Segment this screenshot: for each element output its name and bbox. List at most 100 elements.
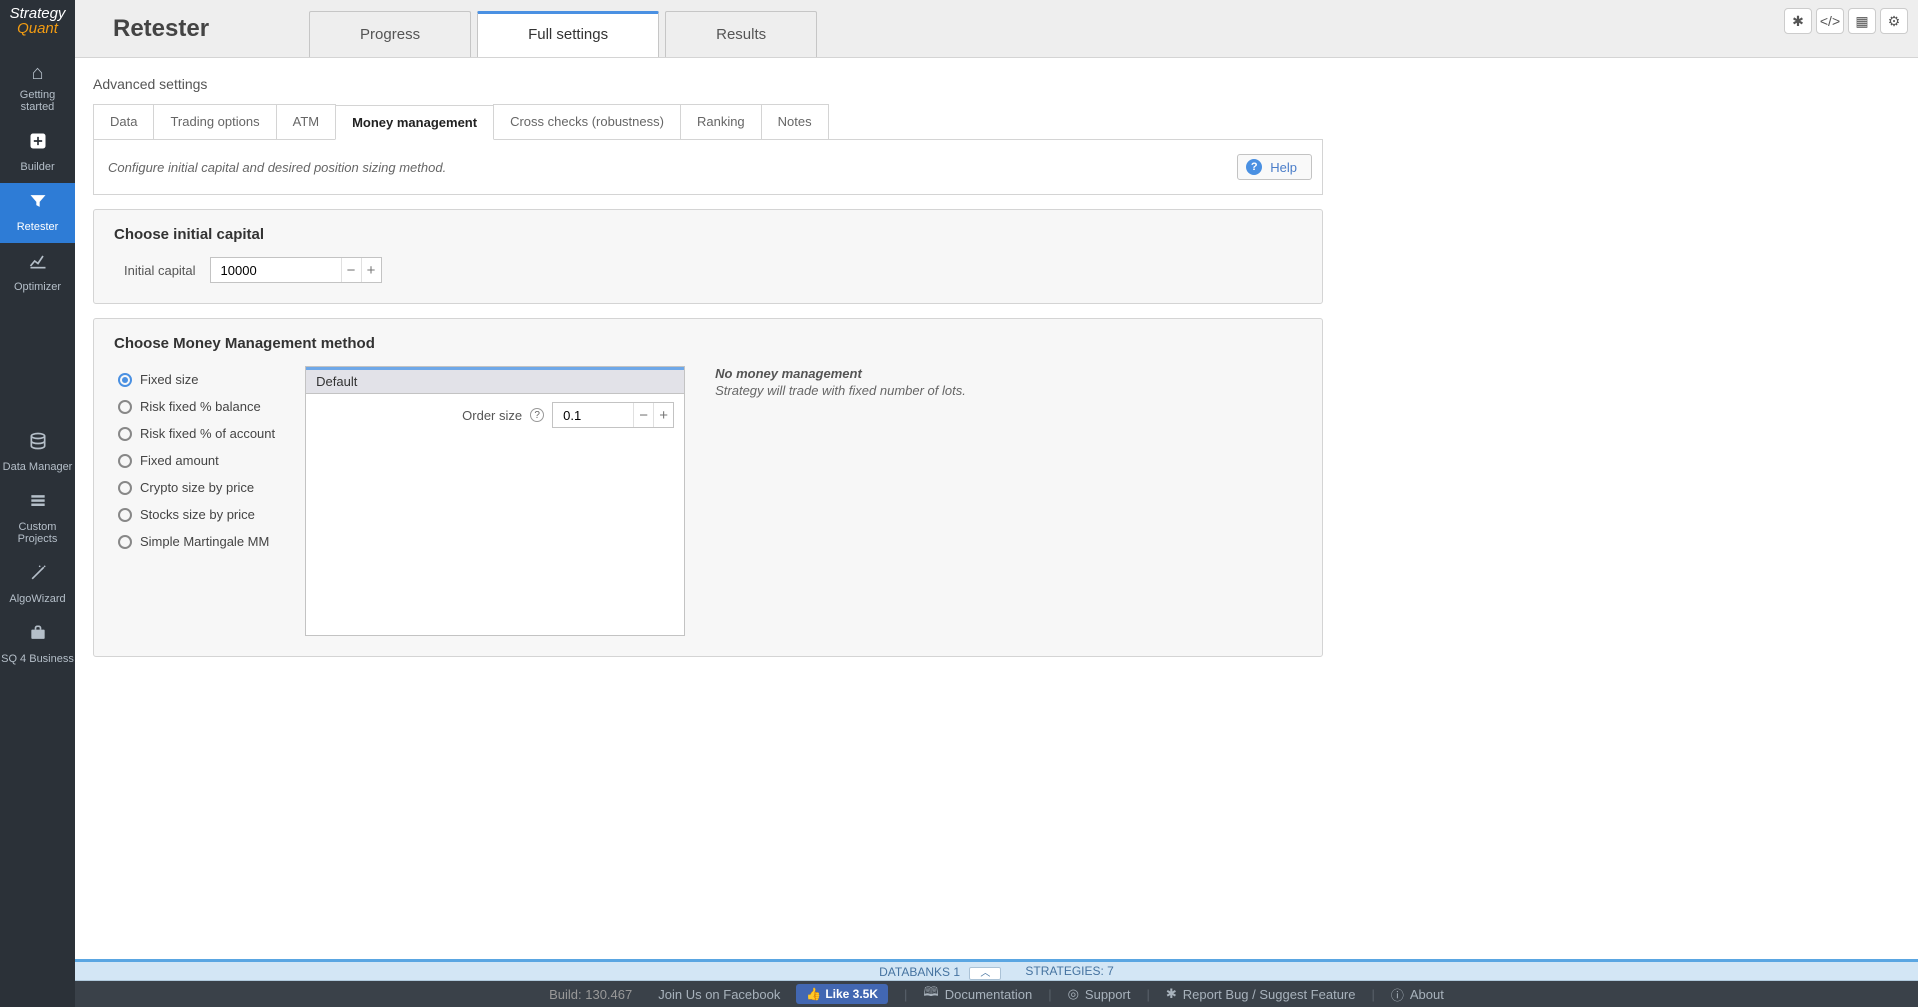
build-label: Build: 130.467 xyxy=(549,987,632,1002)
decrement-button[interactable]: − xyxy=(341,258,361,282)
sidebar-item-label: Optimizer xyxy=(14,281,61,293)
book-icon: 🕮 xyxy=(923,983,938,1005)
tab-results[interactable]: Results xyxy=(665,11,817,57)
content: Advanced settings Data Trading options A… xyxy=(75,58,1918,959)
initial-capital-section: Choose initial capital Initial capital −… xyxy=(93,209,1323,304)
footer: DATABANKS 1 ︿ STRATEGIES: 7 Build: 130.4… xyxy=(75,959,1918,1007)
page-title: Retester xyxy=(113,15,209,43)
initial-capital-label: Initial capital xyxy=(124,263,196,278)
footer-link-label: Report Bug / Suggest Feature xyxy=(1183,987,1356,1002)
initial-capital-input[interactable] xyxy=(211,258,341,282)
code-icon[interactable]: </> xyxy=(1816,8,1844,34)
info-icon: ⓘ xyxy=(1391,985,1404,1004)
radio-icon xyxy=(118,400,132,414)
radio-fixed-size[interactable]: Fixed size xyxy=(118,366,275,393)
facebook-like-button[interactable]: 👍 Like 3.5K xyxy=(796,984,888,1004)
sidebar-item-label: Builder xyxy=(20,161,54,173)
info-description: Strategy will trade with fixed number of… xyxy=(715,383,966,398)
sidebar-item-custom-projects[interactable]: Custom Projects xyxy=(0,483,75,555)
sidebar-item-label: Data Manager xyxy=(3,461,73,473)
lifebuoy-icon: ◎ xyxy=(1068,986,1079,1002)
footer-link-label: Support xyxy=(1085,987,1131,1002)
subtab-atm[interactable]: ATM xyxy=(276,104,336,139)
footer-link-label: Documentation xyxy=(945,987,1032,1002)
subtab-money-management[interactable]: Money management xyxy=(335,105,494,140)
top-right-toolbar: ✱ </> ▦ ⚙ xyxy=(1784,8,1908,34)
radio-icon xyxy=(118,454,132,468)
tab-full-settings[interactable]: Full settings xyxy=(477,11,659,57)
logo-line2: Quant xyxy=(17,20,58,37)
order-size-spinner: − + xyxy=(552,402,674,428)
sidebar-item-label: Retester xyxy=(17,221,59,233)
order-size-input[interactable] xyxy=(553,403,633,427)
sidebar-item-builder[interactable]: Builder xyxy=(0,123,75,183)
radio-label: Risk fixed % of account xyxy=(140,426,275,441)
filter-icon xyxy=(0,191,75,217)
sidebar-item-label: AlgoWizard xyxy=(9,593,65,605)
sidebar-item-algowizard[interactable]: AlgoWizard xyxy=(0,555,75,615)
sidebar-item-label: SQ 4 Business xyxy=(1,653,74,665)
sidebar-item-getting-started[interactable]: ⌂ Getting started xyxy=(0,54,75,123)
radio-simple-martingale[interactable]: Simple Martingale MM xyxy=(118,528,275,555)
section-title: Choose Money Management method xyxy=(114,335,1302,352)
databanks-toggle[interactable]: ︿ xyxy=(969,967,1001,980)
gear-icon[interactable]: ⚙ xyxy=(1880,8,1908,34)
subtab-cross-checks[interactable]: Cross checks (robustness) xyxy=(493,104,681,139)
radio-risk-fixed-pct-balance[interactable]: Risk fixed % balance xyxy=(118,393,275,420)
database-icon xyxy=(0,431,75,457)
help-description: Configure initial capital and desired po… xyxy=(108,160,446,175)
radio-icon xyxy=(118,535,132,549)
join-facebook-link[interactable]: Join Us on Facebook xyxy=(658,987,780,1002)
radio-risk-fixed-pct-account[interactable]: Risk fixed % of account xyxy=(118,420,275,447)
stack-icon xyxy=(0,491,75,517)
sidebar-item-sq4business[interactable]: SQ 4 Business xyxy=(0,615,75,675)
footer-link-label: About xyxy=(1410,987,1444,1002)
about-link[interactable]: ⓘ About xyxy=(1391,985,1444,1004)
sidebar-item-label: Custom Projects xyxy=(18,521,58,545)
radio-label: Fixed size xyxy=(140,372,199,387)
increment-button[interactable]: + xyxy=(361,258,381,282)
bug-icon[interactable]: ✱ xyxy=(1784,8,1812,34)
report-bug-link[interactable]: ✱ Report Bug / Suggest Feature xyxy=(1166,986,1356,1002)
sidebar-item-optimizer[interactable]: Optimizer xyxy=(0,243,75,303)
subtab-ranking[interactable]: Ranking xyxy=(680,104,762,139)
sidebar: Strategy Quant ⌂ Getting started Builder… xyxy=(0,0,75,1007)
support-link[interactable]: ◎ Support xyxy=(1068,986,1131,1002)
mm-info: No money management Strategy will trade … xyxy=(715,366,966,398)
subtab-trading-options[interactable]: Trading options xyxy=(153,104,276,139)
chart-icon xyxy=(0,251,75,277)
sidebar-item-data-manager[interactable]: Data Manager xyxy=(0,423,75,483)
help-icon: ? xyxy=(1246,159,1262,175)
grid-icon[interactable]: ▦ xyxy=(1848,8,1876,34)
main-area: Retester Progress Full settings Results … xyxy=(75,0,1918,1007)
plus-icon xyxy=(0,131,75,157)
help-button[interactable]: ? Help xyxy=(1237,154,1312,180)
help-button-label: Help xyxy=(1270,160,1297,175)
increment-button[interactable]: + xyxy=(653,403,673,427)
app-logo: Strategy Quant xyxy=(10,6,66,36)
question-icon[interactable]: ? xyxy=(530,408,544,422)
radio-label: Simple Martingale MM xyxy=(140,534,269,549)
radio-crypto-size-by-price[interactable]: Crypto size by price xyxy=(118,474,275,501)
subtab-data[interactable]: Data xyxy=(93,104,154,139)
subtab-notes[interactable]: Notes xyxy=(761,104,829,139)
sidebar-item-retester[interactable]: Retester xyxy=(0,183,75,243)
briefcase-icon xyxy=(0,623,75,649)
bug-icon: ✱ xyxy=(1166,986,1177,1002)
mm-method-radio-list: Fixed size Risk fixed % balance Risk fix… xyxy=(118,366,275,555)
info-title: No money management xyxy=(715,366,966,381)
radio-stocks-size-by-price[interactable]: Stocks size by price xyxy=(118,501,275,528)
tab-progress[interactable]: Progress xyxy=(309,11,471,57)
radio-fixed-amount[interactable]: Fixed amount xyxy=(118,447,275,474)
footer-links: Build: 130.467 Join Us on Facebook 👍 Lik… xyxy=(75,981,1918,1007)
like-label: Like 3.5K xyxy=(825,987,878,1001)
breadcrumb: Advanced settings xyxy=(93,76,1900,92)
default-settings-box: Default Order size ? − + xyxy=(305,366,685,636)
thumbs-up-icon: 👍 xyxy=(806,987,821,1001)
radio-icon xyxy=(118,481,132,495)
decrement-button[interactable]: − xyxy=(633,403,653,427)
radio-label: Risk fixed % balance xyxy=(140,399,261,414)
wand-icon xyxy=(0,563,75,589)
documentation-link[interactable]: 🕮 Documentation xyxy=(923,983,1032,1005)
strategies-label: STRATEGIES: 7 xyxy=(1025,964,1113,978)
